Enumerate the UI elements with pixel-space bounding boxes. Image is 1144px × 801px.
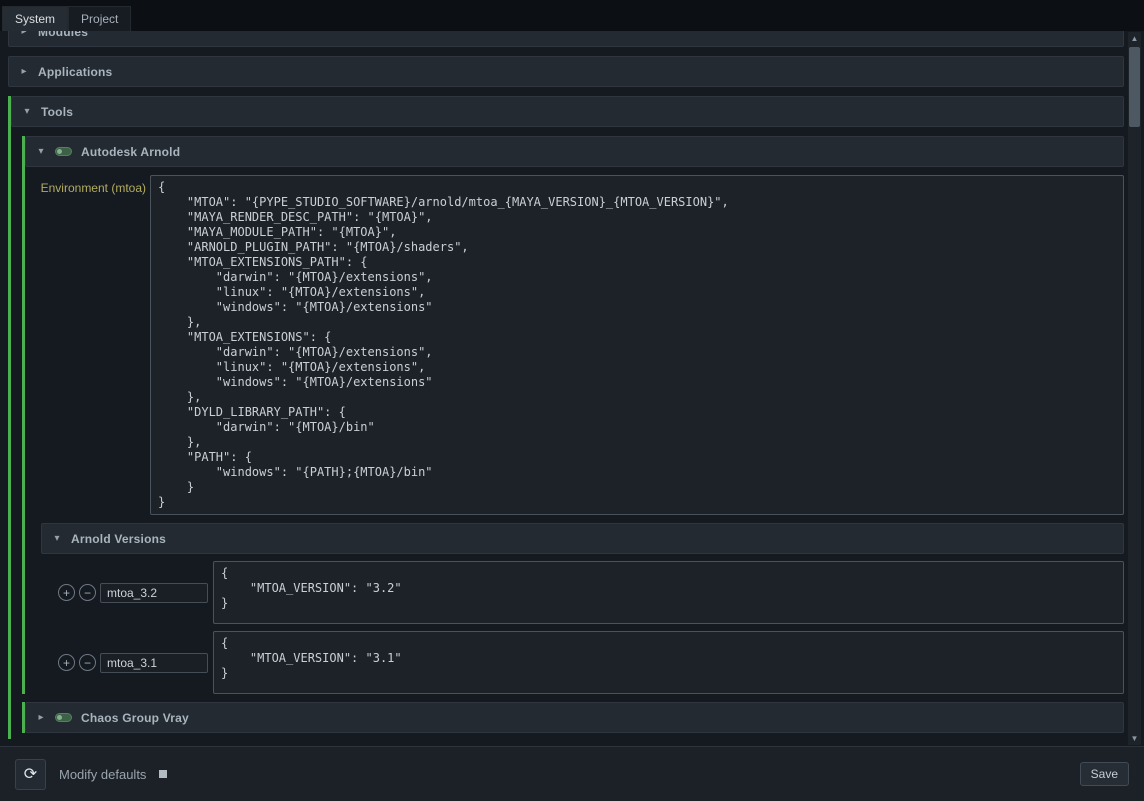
version-key-input[interactable] <box>100 583 208 603</box>
group-header-arnold-versions[interactable]: ▾ Arnold Versions <box>41 523 1124 554</box>
environment-json-textarea[interactable] <box>150 175 1124 515</box>
section-title-tools: Tools <box>41 105 73 119</box>
environment-label: Environment (mtoa) <box>28 175 150 195</box>
section-header-tools[interactable]: ▾ Tools <box>11 96 1124 127</box>
scroll-up-icon[interactable]: ▲ <box>1128 32 1141 45</box>
footer-bar: ⟳ Modify defaults Save <box>0 746 1144 801</box>
enabled-toggle-icon[interactable] <box>55 147 72 156</box>
section-tools: ▾ Tools ▾ Autodesk Arnold <box>8 96 1124 739</box>
chevron-down-icon: ▾ <box>52 533 62 544</box>
version-row-controls: + − <box>58 653 213 673</box>
group-autodesk-arnold: ▾ Autodesk Arnold Environment (mtoa) <box>22 136 1124 694</box>
add-version-button[interactable]: + <box>58 654 75 671</box>
modify-defaults-checkbox[interactable] <box>159 770 167 778</box>
group-chaos-group-vray: ▸ Chaos Group Vray <box>22 702 1124 733</box>
version-row: + − <box>41 561 1124 624</box>
chevron-down-icon: ▾ <box>36 146 46 157</box>
version-json-textarea[interactable] <box>213 561 1124 624</box>
chevron-right-icon: ▸ <box>19 31 29 37</box>
vertical-scrollbar[interactable]: ▲ ▼ <box>1128 32 1141 745</box>
version-json-textarea[interactable] <box>213 631 1124 694</box>
group-title-chaos-group-vray: Chaos Group Vray <box>81 711 189 725</box>
group-header-autodesk-arnold[interactable]: ▾ Autodesk Arnold <box>25 136 1124 167</box>
section-applications: ▸ Applications <box>8 56 1124 87</box>
version-row-controls: + − <box>58 583 213 603</box>
tab-project-label: Project <box>81 12 118 26</box>
tools-content: ▾ Autodesk Arnold Environment (mtoa) <box>11 127 1124 739</box>
chevron-down-icon: ▾ <box>22 106 32 117</box>
tab-system[interactable]: System <box>2 6 68 31</box>
chevron-right-icon: ▸ <box>19 66 29 77</box>
scrollbar-thumb[interactable] <box>1129 47 1140 127</box>
section-header-modules[interactable]: ▸ Modules <box>8 31 1124 47</box>
tab-bar: System Project <box>0 0 1144 31</box>
settings-window: System Project ▸ Modules ▸ Applications <box>0 0 1144 801</box>
group-header-chaos-group-vray[interactable]: ▸ Chaos Group Vray <box>25 702 1124 733</box>
refresh-button[interactable]: ⟳ <box>15 759 46 790</box>
remove-version-button[interactable]: − <box>79 654 96 671</box>
section-header-applications[interactable]: ▸ Applications <box>8 56 1124 87</box>
group-title-autodesk-arnold: Autodesk Arnold <box>81 145 180 159</box>
version-key-input[interactable] <box>100 653 208 673</box>
enabled-toggle-icon[interactable] <box>55 713 72 722</box>
save-button[interactable]: Save <box>1080 762 1129 786</box>
modify-defaults-label: Modify defaults <box>59 767 146 782</box>
add-version-button[interactable]: + <box>58 584 75 601</box>
settings-scroll-area: ▸ Modules ▸ Applications ▾ Tools <box>0 31 1144 746</box>
remove-version-button[interactable]: − <box>79 584 96 601</box>
section-title-applications: Applications <box>38 65 112 79</box>
version-row: + − <box>41 631 1124 694</box>
chevron-right-icon: ▸ <box>36 712 46 723</box>
settings-content: ▸ Modules ▸ Applications ▾ Tools <box>0 31 1124 746</box>
tab-project[interactable]: Project <box>68 6 131 31</box>
scroll-down-icon[interactable]: ▼ <box>1128 732 1141 745</box>
group-title-arnold-versions: Arnold Versions <box>71 532 166 546</box>
arnold-content: Environment (mtoa) ▾ Arnold Versions <box>25 167 1124 694</box>
group-arnold-versions: ▾ Arnold Versions + − <box>41 523 1124 694</box>
environment-field-row: Environment (mtoa) <box>28 175 1124 515</box>
section-title-modules: Modules <box>38 31 88 39</box>
refresh-icon: ⟳ <box>24 766 37 783</box>
section-modules: ▸ Modules <box>8 31 1124 47</box>
tab-system-label: System <box>15 12 55 26</box>
